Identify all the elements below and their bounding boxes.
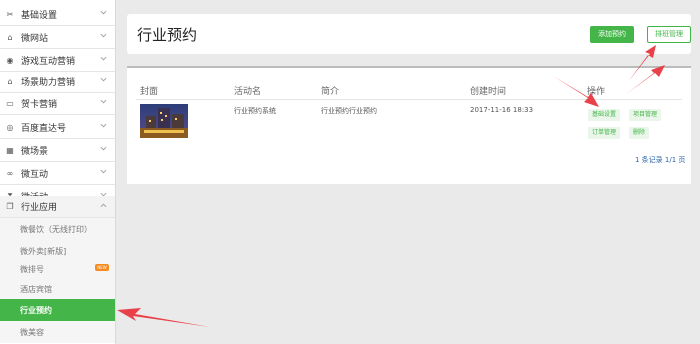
activity-intro: 行业预约行业预约 [321,107,377,115]
sidebar-subitem-label: 酒店宾馆 [20,284,52,294]
bank-icon: ⌂ [7,76,13,86]
home-icon: ⌂ [7,32,13,42]
delete-button[interactable]: 删除 [629,127,650,139]
sidebar-item-microsite[interactable]: ⌂ 微网站 [0,26,115,49]
chevron-down-icon [100,146,107,151]
new-badge: NEW [95,264,109,271]
sidebar: ✂ 基础设置 ⌂ 微网站 ◉ 游戏互动营销 ⌂ 场景助力营销 ▭ 贺卡营销 ◎ … [0,0,116,344]
divider [136,99,682,100]
schedule-manage-button[interactable]: 排班管理 [647,26,691,43]
sidebar-item-game-marketing[interactable]: ◉ 游戏互动营销 [0,49,115,72]
column-header: 操作 [587,87,606,97]
arrow-to-booking-icon [117,308,210,327]
activity-name: 行业预约系统 [234,107,276,115]
add-booking-button[interactable]: 添加预约 [590,26,634,43]
booking-table: 封面 活动名 简介 创建时间 操作 行业预约系统 行业预约行业预约 2017-1… [127,66,691,184]
sidebar-subitem-label: 微排号 [20,264,44,274]
sidebar-item-label: 百度直达号 [21,123,67,134]
target-icon: ◎ [6,122,14,132]
sidebar-subitem-queue[interactable]: 微排号 NEW [0,258,115,280]
app-icon: ❐ [6,202,14,211]
chevron-down-icon [100,99,107,104]
sidebar-item-label: 基础设置 [21,10,58,21]
sidebar-item-scene-marketing[interactable]: ⌂ 场景助力营销 [0,70,115,93]
tools-icon: ✂ [6,9,14,19]
chevron-down-icon [100,56,107,61]
column-header: 封面 [140,87,159,97]
sidebar-item-label: 游戏互动营销 [21,56,76,67]
chevron-down-icon [100,169,107,174]
gamepad-icon: ◉ [6,55,14,65]
sidebar-item-label: 贺卡营销 [21,99,58,110]
basic-settings-button[interactable]: 基础设置 [588,109,621,121]
order-manage-button[interactable]: 订单管理 [588,127,621,139]
sidebar-item-label: 行业应用 [21,203,58,213]
project-manage-button[interactable]: 项目管理 [629,109,662,121]
sidebar-subitem-beauty[interactable]: 微美容 [0,321,115,343]
sidebar-item-industry-apps[interactable]: ❐ 行业应用 [0,196,115,218]
chevron-up-icon [100,203,107,208]
sidebar-subitem-label: 行业预约 [20,305,52,315]
sidebar-subitem-label: 微外卖[新版] [20,246,67,256]
cover-image [140,104,188,138]
sidebar-item-label: 场景助力营销 [21,77,76,88]
sidebar-subitem-hotel[interactable]: 酒店宾馆 [0,278,115,300]
sidebar-item-micro-interact[interactable]: ∞ 微互动 [0,162,115,185]
sidebar-item-label: 微场景 [21,146,49,157]
sidebar-subitem-booking[interactable]: 行业预约 [0,299,115,321]
sidebar-item-label: 微网站 [21,33,49,44]
sidebar-item-basic-settings[interactable]: ✂ 基础设置 [0,3,115,26]
sidebar-subitem-catering[interactable]: 微餐饮（无线打印） [0,218,115,240]
card-icon: ▭ [6,98,14,108]
chevron-down-icon [100,123,107,128]
page-header: 行业预约 添加预约 排班管理 [127,14,691,54]
chevron-down-icon [100,33,107,38]
chevron-down-icon [100,77,107,82]
sidebar-item-card-marketing[interactable]: ▭ 贺卡营销 [0,92,115,115]
column-header: 创建时间 [470,87,507,97]
sidebar-item-label: 微互动 [21,169,49,180]
grid-icon: ▦ [6,145,14,155]
sidebar-subitem-label: 微餐饮（无线打印） [20,224,92,234]
sidebar-item-baidu[interactable]: ◎ 百度直达号 [0,116,115,139]
sidebar-item-micro-scene[interactable]: ▦ 微场景 [0,139,115,162]
sidebar-subitem-label: 微美容 [20,327,44,337]
created-time: 2017-11-16 18:33 [470,106,534,114]
infinity-icon: ∞ [6,168,14,178]
pagination: 1 条记录 1/1 页 [635,156,686,164]
column-header: 活动名 [234,87,262,97]
column-header: 简介 [321,87,340,97]
chevron-down-icon [100,10,107,15]
page-title: 行业预约 [137,26,198,44]
